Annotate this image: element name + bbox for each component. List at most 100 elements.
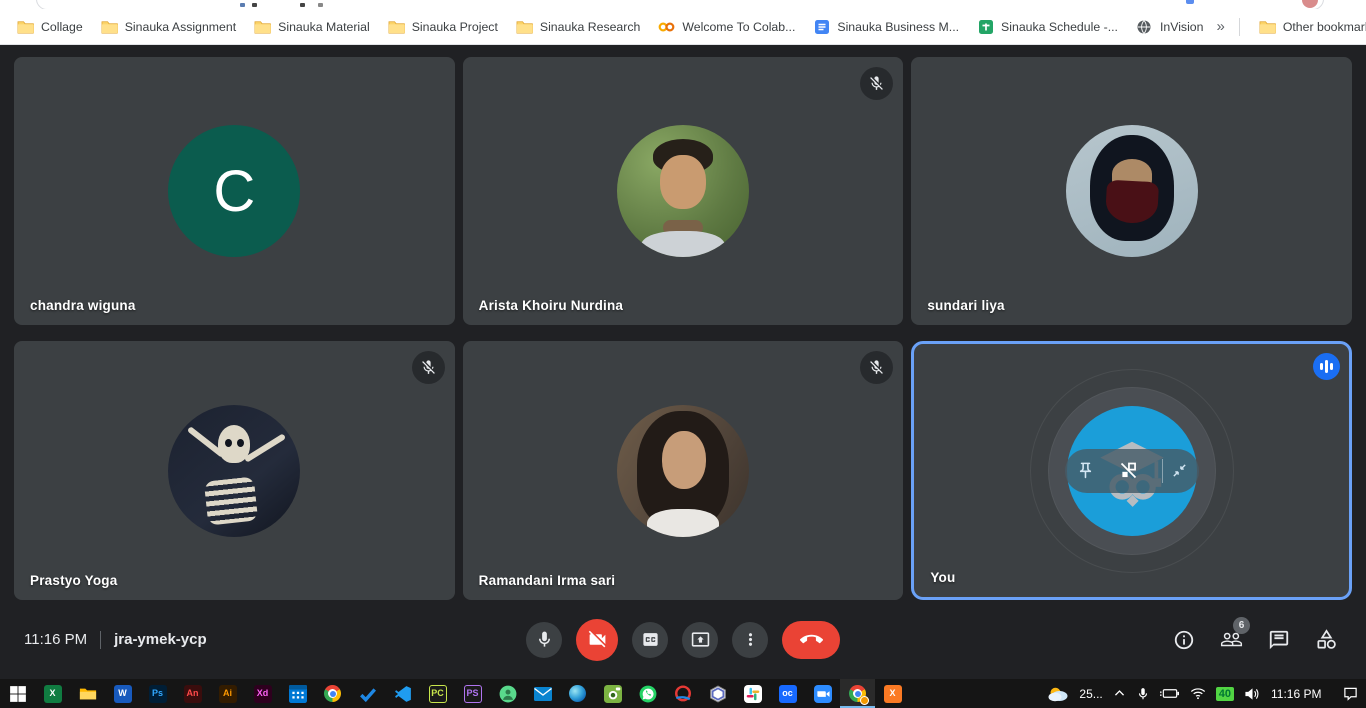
other-bookmarks-label: Other bookmarks bbox=[1283, 20, 1366, 34]
minimize-icon[interactable] bbox=[1171, 462, 1188, 479]
globe-icon bbox=[1136, 19, 1153, 34]
wifi-icon[interactable] bbox=[1190, 687, 1206, 700]
mic-button[interactable] bbox=[526, 622, 562, 658]
bookmark-sinauka-schedule[interactable]: Sinauka Schedule -... bbox=[968, 16, 1127, 37]
participant-name: chandra wiguna bbox=[30, 298, 136, 313]
weather-temp[interactable]: 25... bbox=[1079, 687, 1102, 701]
slack-icon[interactable] bbox=[735, 679, 770, 708]
folder-icon bbox=[17, 19, 34, 34]
captions-button[interactable] bbox=[632, 622, 668, 658]
avatar bbox=[617, 125, 749, 257]
other-bookmarks-button[interactable]: Other bookmarks bbox=[1250, 16, 1366, 37]
bookmark-label: Sinauka Business M... bbox=[837, 20, 959, 34]
volume-icon[interactable] bbox=[1244, 687, 1261, 701]
people-count-badge: 6 bbox=[1233, 617, 1250, 634]
meeting-details-icon[interactable] bbox=[1173, 629, 1195, 651]
side-panel-buttons: 6 bbox=[1173, 600, 1338, 679]
bookmark-sinauka-material[interactable]: Sinauka Material bbox=[245, 16, 379, 37]
start-icon[interactable] bbox=[0, 679, 35, 708]
battery-charging-icon[interactable] bbox=[1160, 687, 1180, 700]
folder-icon bbox=[101, 19, 118, 34]
taskbar-clock[interactable]: 11:16 PM bbox=[1271, 687, 1327, 701]
bookmark-label: Sinauka Project bbox=[412, 20, 498, 34]
bookmark-sinauka-research[interactable]: Sinauka Research bbox=[507, 16, 649, 37]
vscode-icon[interactable] bbox=[385, 679, 420, 708]
bookmark-invision[interactable]: InVision bbox=[1127, 16, 1213, 37]
animate-icon[interactable]: An bbox=[175, 679, 210, 708]
sheets-icon bbox=[977, 19, 994, 34]
tile-prastyo-yoga[interactable]: Prastyo Yoga bbox=[14, 341, 455, 600]
bookmark-label: Sinauka Material bbox=[278, 20, 370, 34]
chrome-icon[interactable] bbox=[315, 679, 350, 708]
illustrator-glyph: Ai bbox=[219, 685, 237, 703]
bookmark-sinauka-assignment[interactable]: Sinauka Assignment bbox=[92, 16, 245, 37]
end-call-button[interactable] bbox=[782, 621, 840, 659]
activities-icon[interactable] bbox=[1315, 628, 1338, 651]
call-controls bbox=[526, 619, 840, 661]
avatar-initial: C bbox=[213, 158, 255, 225]
bookmark-label: Sinauka Schedule -... bbox=[1001, 20, 1118, 34]
word-icon[interactable]: W bbox=[105, 679, 140, 708]
phpstorm-icon[interactable]: PS bbox=[455, 679, 490, 708]
excel-icon[interactable]: X bbox=[35, 679, 70, 708]
profile-badge-icon bbox=[860, 696, 869, 705]
action-center-icon[interactable] bbox=[1337, 686, 1358, 701]
pycharm-icon[interactable]: PC bbox=[420, 679, 455, 708]
chevron-up-icon[interactable] bbox=[1113, 687, 1126, 700]
hexagon-app-icon[interactable] bbox=[700, 679, 735, 708]
mic-muted-icon bbox=[860, 67, 893, 100]
participant-grid: C chandra wiguna Arista Khoiru Nurdina s… bbox=[0, 45, 1366, 600]
omnibox-text-fragment bbox=[240, 3, 245, 7]
mail-icon[interactable] bbox=[525, 679, 560, 708]
red-swoosh-app-icon[interactable] bbox=[665, 679, 700, 708]
xampp-icon[interactable]: X bbox=[875, 679, 910, 708]
bookmark-collage[interactable]: Collage bbox=[8, 16, 92, 37]
bookmarks-overflow-chevron-icon[interactable]: » bbox=[1212, 18, 1228, 35]
people-icon[interactable]: 6 bbox=[1220, 628, 1243, 651]
bookmark-sinauka-business-m[interactable]: Sinauka Business M... bbox=[804, 16, 968, 37]
oc-app-icon[interactable]: oc bbox=[770, 679, 805, 708]
folder-icon bbox=[388, 19, 405, 34]
adobe-xd-icon[interactable]: Xd bbox=[245, 679, 280, 708]
pin-icon[interactable] bbox=[1076, 461, 1095, 480]
edge-icon[interactable] bbox=[560, 679, 595, 708]
xampp-glyph: X bbox=[884, 685, 902, 703]
screen-recorder-icon[interactable] bbox=[595, 679, 630, 708]
tile-ramandani-irma-sari[interactable]: Ramandani Irma sari bbox=[463, 341, 904, 600]
todo-check-icon[interactable] bbox=[350, 679, 385, 708]
participant-name: sundari liya bbox=[927, 298, 1004, 313]
bookmark-label: Welcome To Colab... bbox=[682, 20, 795, 34]
unpin-crossed-icon[interactable] bbox=[1118, 460, 1139, 481]
camera-off-button[interactable] bbox=[576, 619, 618, 661]
colab-icon bbox=[658, 19, 675, 34]
tile-hover-toolbar bbox=[1065, 449, 1199, 493]
zoom-icon[interactable] bbox=[805, 679, 840, 708]
tile-arista-khoiru-nurdina[interactable]: Arista Khoiru Nurdina bbox=[463, 57, 904, 325]
file-explorer-icon[interactable] bbox=[70, 679, 105, 708]
calendar-icon[interactable] bbox=[280, 679, 315, 708]
bookmark-welcome-to-colab[interactable]: Welcome To Colab... bbox=[649, 16, 804, 37]
present-button[interactable] bbox=[682, 622, 718, 658]
tile-sundari-liya[interactable]: sundari liya bbox=[911, 57, 1352, 325]
weather-icon[interactable] bbox=[1047, 686, 1069, 702]
illustrator-icon[interactable]: Ai bbox=[210, 679, 245, 708]
bookmark-sinauka-project[interactable]: Sinauka Project bbox=[379, 16, 507, 37]
tray-microphone-icon[interactable] bbox=[1136, 687, 1150, 701]
omnibox-text-fragment bbox=[318, 3, 323, 7]
battery-percent-badge[interactable]: 40 bbox=[1216, 687, 1234, 701]
bookmarks-separator bbox=[1239, 18, 1240, 36]
tile-you[interactable]: You bbox=[911, 341, 1352, 600]
tile-chandra-wiguna[interactable]: C chandra wiguna bbox=[14, 57, 455, 325]
photoshop-icon[interactable]: Ps bbox=[140, 679, 175, 708]
whatsapp-icon[interactable] bbox=[630, 679, 665, 708]
folder-icon bbox=[516, 19, 533, 34]
system-tray: 25... 40 11:16 PM bbox=[1047, 679, 1366, 708]
bookmark-list: CollageSinauka Assignment Sinauka Materia… bbox=[8, 16, 1212, 37]
avatar: C bbox=[168, 125, 300, 257]
more-options-button[interactable] bbox=[732, 622, 768, 658]
chrome-active-icon[interactable] bbox=[840, 679, 875, 708]
word-glyph: W bbox=[114, 685, 132, 703]
android-app-icon[interactable] bbox=[490, 679, 525, 708]
participant-name: Arista Khoiru Nurdina bbox=[479, 298, 623, 313]
chat-icon[interactable] bbox=[1268, 629, 1290, 651]
